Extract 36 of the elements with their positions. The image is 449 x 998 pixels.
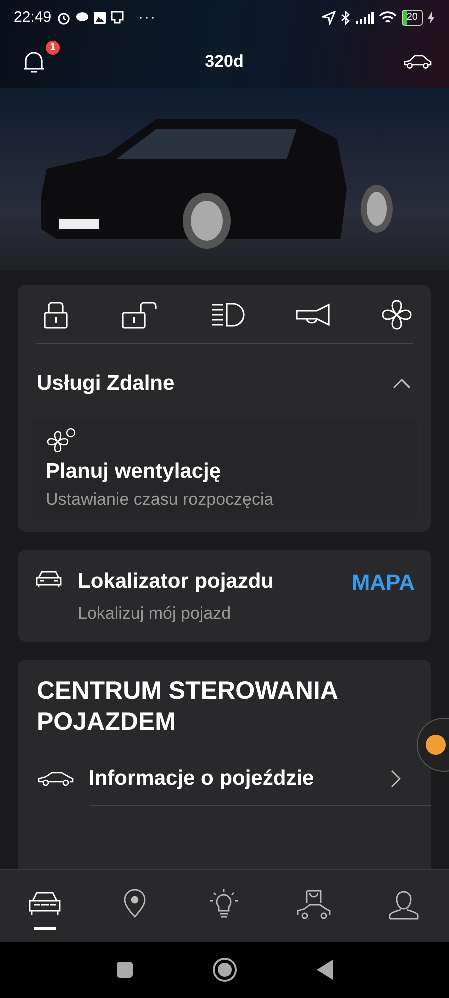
car-side-icon: [37, 770, 75, 786]
light-button[interactable]: [210, 302, 246, 328]
status-time: 22:49: [14, 9, 52, 26]
notification-badge: 1: [46, 41, 60, 55]
lock-button[interactable]: [42, 300, 70, 330]
map-button[interactable]: MAPA: [352, 570, 415, 596]
unlock-button[interactable]: [120, 300, 160, 330]
list-item-title: Informacje o pojeździe: [89, 766, 316, 790]
back-button[interactable]: [316, 960, 332, 980]
more-indicator: ···: [138, 9, 157, 26]
section-title: Usługi Zdalne: [37, 372, 175, 396]
locator-subtitle: Lokalizuj mój pojazd: [78, 604, 232, 624]
shopping-bag-car-icon: [296, 888, 332, 920]
vehicle-name: 320d: [205, 52, 244, 72]
bluetooth-icon: [340, 10, 351, 24]
list-item[interactable]: Informacje o pojeździe: [37, 738, 413, 804]
chevron-right-icon: [391, 770, 401, 788]
charging-icon: [428, 12, 435, 24]
location-icon: [322, 10, 336, 24]
collapse-chevron-icon[interactable]: [393, 379, 411, 389]
gallery-icon: [94, 12, 106, 24]
horn-button[interactable]: [295, 303, 332, 327]
recents-button[interactable]: [116, 962, 132, 978]
alarm-icon: [56, 10, 71, 24]
vehicle-switch-button[interactable]: [403, 54, 433, 70]
car-front-icon: [36, 570, 62, 588]
locator-title: Lokalizator pojazdu: [78, 570, 276, 594]
service-title: Planuj wentylację: [46, 460, 222, 484]
service-subtitle: Ustawianie czasu rozpoczęcia: [46, 490, 274, 510]
signal-icon: [356, 12, 374, 24]
section-title: CENTRUM STEROWANIA POJAZDEM: [37, 676, 339, 738]
fan-timer-icon: [46, 428, 76, 454]
service-tile[interactable]: Planuj wentylację Ustawianie czasu rozpoczęcia: [32, 418, 417, 520]
wifi-icon: [378, 11, 397, 24]
fan-button[interactable]: [381, 299, 413, 331]
home-button[interactable]: [212, 958, 236, 982]
